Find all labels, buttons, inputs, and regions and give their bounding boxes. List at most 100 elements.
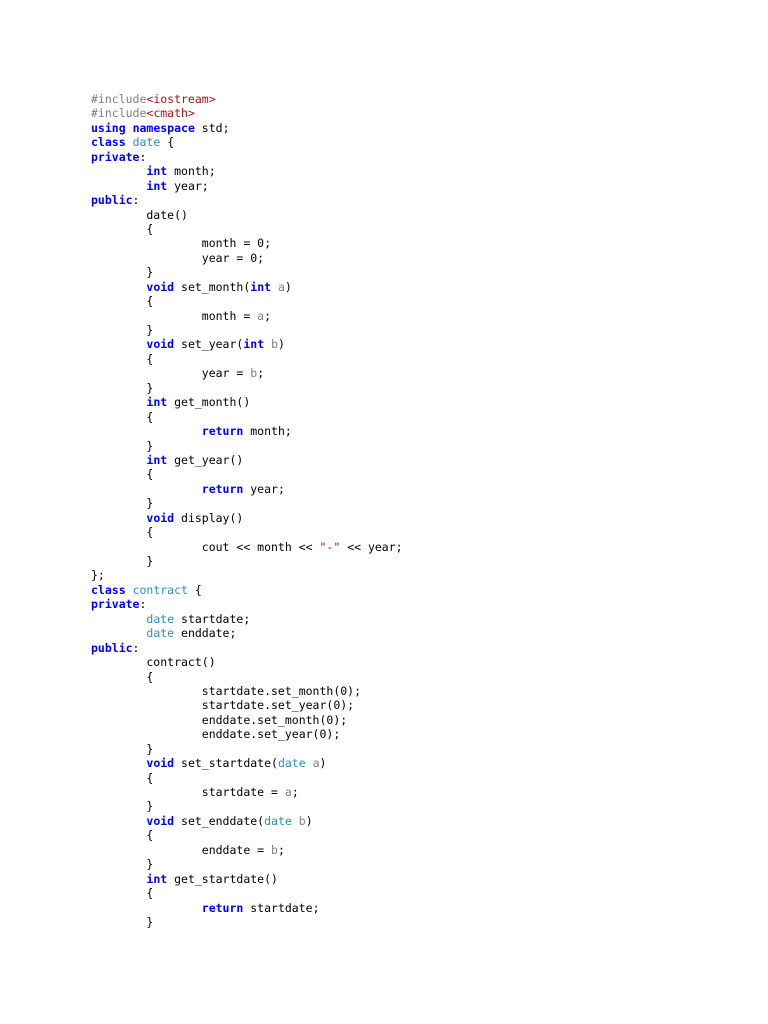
- code-line: year = 0;: [91, 251, 751, 265]
- code-text: }: [91, 380, 154, 395]
- code-line: int get_year(): [91, 453, 751, 467]
- code-text: year = 0;: [91, 250, 265, 265]
- code-listing: #include<iostream> #include<cmath> using n…: [91, 92, 751, 929]
- code-text: enddate.set_month(0);: [91, 712, 348, 727]
- code-line: void set_month(int a): [91, 280, 751, 294]
- code-text: get_startdate(): [167, 871, 278, 886]
- code-parameter: a: [277, 279, 285, 294]
- code-line: }: [91, 496, 751, 510]
- code-keyword: void: [146, 337, 175, 352]
- code-line: startdate.set_year(0);: [91, 698, 751, 712]
- code-type-name: contract: [132, 582, 188, 597]
- code-line: private:: [91, 150, 751, 164]
- code-text: {: [187, 582, 202, 597]
- code-text: year =: [91, 366, 251, 381]
- code-keyword: using: [91, 120, 126, 135]
- code-preprocessor: #include: [91, 106, 147, 121]
- code-keyword: int: [243, 337, 265, 352]
- code-text: ): [278, 337, 285, 352]
- code-line: return month;: [91, 424, 751, 438]
- code-line: date(): [91, 208, 751, 222]
- code-text: {: [91, 467, 154, 482]
- code-line: }: [91, 799, 751, 813]
- code-text: startdate;: [174, 611, 251, 626]
- code-type-name: date: [277, 756, 306, 771]
- code-text: enddate =: [91, 842, 272, 857]
- code-keyword: return: [201, 424, 244, 439]
- code-text: set_month(: [174, 279, 251, 294]
- code-text: get_month(): [167, 395, 251, 410]
- code-text: :: [132, 640, 140, 655]
- code-text: startdate =: [91, 785, 285, 799]
- code-type-name: date: [146, 611, 175, 626]
- code-text: ;: [277, 842, 285, 857]
- code-line: int year;: [91, 179, 751, 193]
- code-line: contract(): [91, 655, 751, 669]
- code-text: cout << month <<: [91, 539, 320, 554]
- code-text: display(): [174, 510, 244, 525]
- code-keyword: class: [91, 582, 126, 597]
- code-line: class date {: [91, 135, 751, 149]
- code-line: enddate = b;: [91, 843, 751, 857]
- code-line: void set_year(int b): [91, 337, 751, 351]
- code-line: }: [91, 554, 751, 568]
- code-line: month = a;: [91, 309, 751, 323]
- code-text: {: [91, 770, 154, 785]
- code-keyword: int: [146, 871, 168, 886]
- code-parameter: b: [271, 337, 278, 352]
- code-parameter: a: [284, 785, 292, 799]
- code-parameter: a: [312, 756, 320, 771]
- code-text: {: [91, 828, 154, 843]
- code-text: enddate.set_year(0);: [91, 727, 341, 742]
- code-text: startdate;: [243, 900, 320, 915]
- code-keyword: void: [146, 813, 175, 828]
- code-line: {: [91, 410, 751, 424]
- code-text: ;: [257, 366, 265, 381]
- code-line: {: [91, 525, 751, 539]
- code-line: {: [91, 352, 751, 366]
- code-text: startdate.set_year(0);: [91, 698, 355, 713]
- code-line: };: [91, 568, 751, 582]
- code-text: startdate.set_month(0);: [91, 683, 362, 698]
- code-text: month = 0;: [91, 236, 272, 251]
- code-text: }: [91, 741, 154, 756]
- code-line: }: [91, 323, 751, 337]
- code-text: year;: [167, 178, 209, 193]
- code-text: {: [91, 221, 154, 236]
- code-keyword: namespace: [132, 120, 195, 135]
- code-line: {: [91, 222, 751, 236]
- code-line: class contract {: [91, 583, 751, 597]
- code-text: year;: [243, 481, 285, 496]
- code-header-name: <cmath>: [146, 106, 195, 121]
- code-line: void display(): [91, 511, 751, 525]
- code-text: contract(): [91, 655, 216, 670]
- code-text: {: [91, 409, 154, 424]
- code-text: ): [305, 813, 313, 828]
- code-preprocessor: #include: [91, 92, 147, 106]
- code-keyword: int: [146, 452, 168, 467]
- code-text: }: [91, 914, 154, 929]
- code-parameter: b: [298, 813, 306, 828]
- code-line: startdate = a;: [91, 785, 751, 799]
- code-text: :: [139, 149, 147, 164]
- code-text: date(): [91, 207, 188, 222]
- code-line: enddate.set_month(0);: [91, 713, 751, 727]
- code-text: {: [91, 886, 154, 901]
- code-text: }: [91, 496, 154, 511]
- code-text: };: [91, 568, 105, 583]
- code-text: }: [91, 857, 154, 872]
- code-line: {: [91, 886, 751, 900]
- code-line: int get_month(): [91, 395, 751, 409]
- code-line: }: [91, 915, 751, 929]
- code-line: using namespace std;: [91, 121, 751, 135]
- code-keyword: int: [146, 178, 168, 193]
